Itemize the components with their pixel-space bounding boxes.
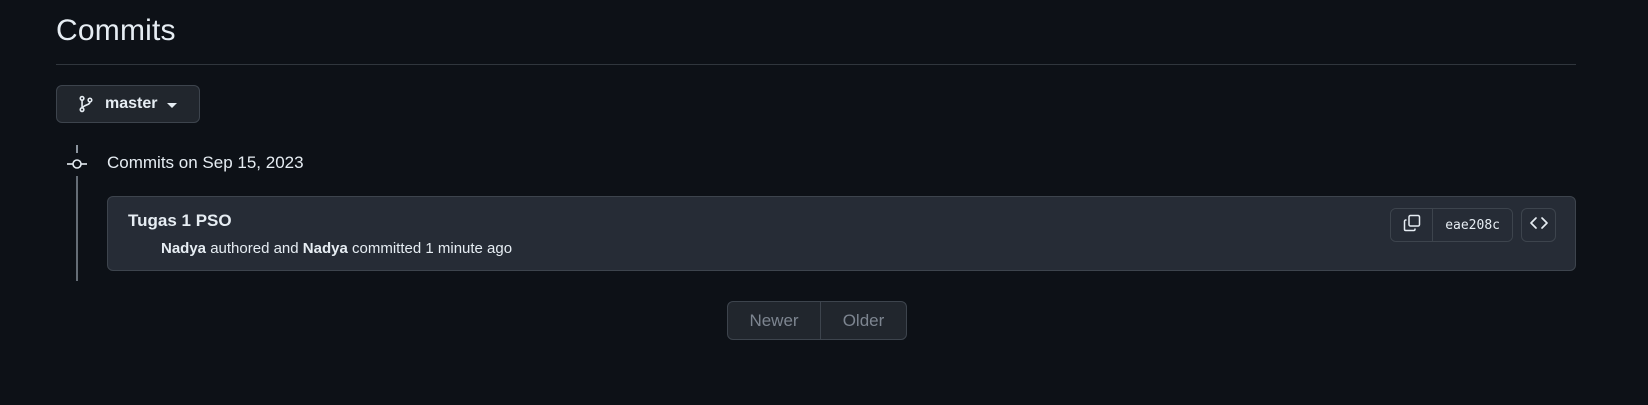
branch-selector-button[interactable]: master xyxy=(56,85,200,123)
git-commit-icon xyxy=(66,155,88,173)
authored-text: authored and xyxy=(210,240,299,257)
commit-title-link[interactable]: Tugas 1 PSO xyxy=(128,211,232,231)
timeline-line xyxy=(76,176,78,281)
title-divider xyxy=(56,64,1576,65)
commit-metadata: Nadya authored and Nadya committed 1 min… xyxy=(161,240,512,257)
chevron-down-icon xyxy=(167,103,178,108)
git-branch-icon xyxy=(77,95,95,113)
newer-button[interactable]: Newer xyxy=(728,302,821,339)
commit-list-item: Tugas 1 PSO Nadya authored and Nadya com… xyxy=(107,196,1576,271)
committed-text: committed xyxy=(352,240,422,257)
commit-sha-link[interactable]: eae208c xyxy=(1433,209,1512,241)
commit-day-heading: Commits on Sep 15, 2023 xyxy=(107,153,304,172)
copy-sha-button[interactable] xyxy=(1391,209,1434,241)
older-button[interactable]: Older xyxy=(821,302,906,339)
browse-repository-button[interactable] xyxy=(1521,208,1556,242)
page-title: Commits xyxy=(56,14,176,47)
commit-time: 1 minute ago xyxy=(425,240,513,257)
commit-author-link[interactable]: Nadya xyxy=(161,240,206,257)
code-icon xyxy=(1529,215,1549,236)
commits-page: Commits master Commits on Sep 15, 2023 T… xyxy=(0,0,1648,405)
timeline-line-top xyxy=(76,145,78,153)
sha-button-group: eae208c xyxy=(1390,208,1513,242)
branch-name: master xyxy=(105,95,158,112)
commit-actions: eae208c xyxy=(1390,208,1556,242)
copy-icon xyxy=(1402,213,1422,238)
pagination: Newer Older xyxy=(727,301,907,340)
commit-committer-link[interactable]: Nadya xyxy=(303,240,348,257)
